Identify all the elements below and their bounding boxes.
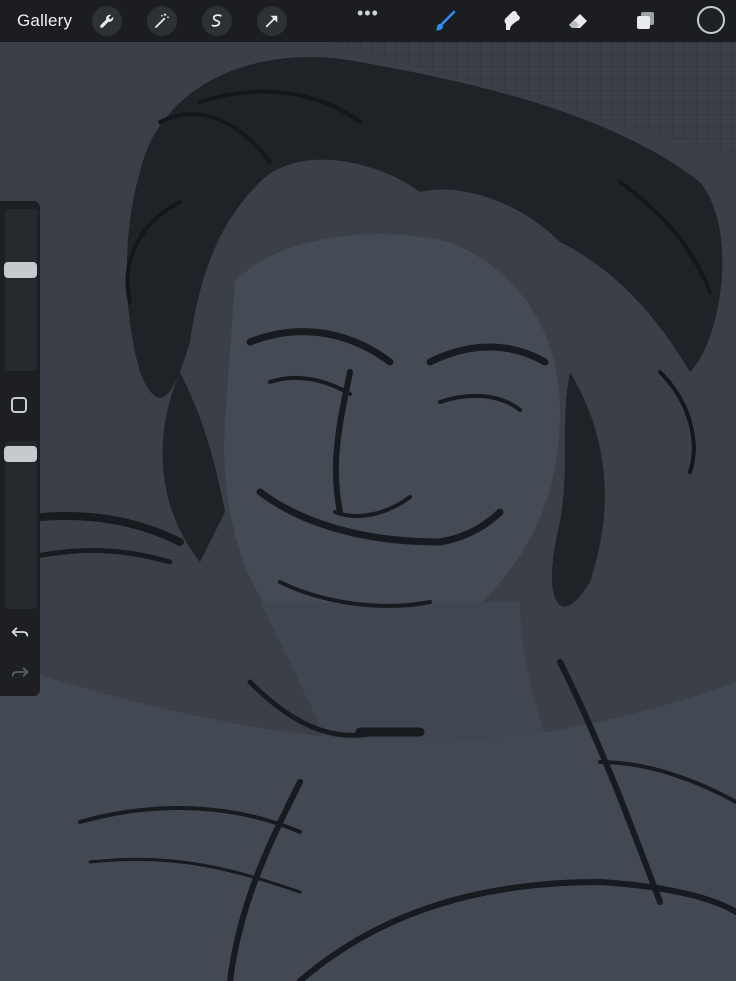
redo-icon[interactable] (9, 661, 31, 683)
top-toolbar: Gallery ••• (0, 0, 736, 42)
opacity-slider[interactable] (5, 441, 37, 609)
smudge-icon[interactable] (496, 6, 526, 36)
brush-size-handle[interactable] (4, 261, 37, 278)
transform-arrow-icon[interactable] (257, 6, 287, 36)
square-icon[interactable] (11, 397, 27, 413)
layers-icon[interactable] (630, 6, 660, 36)
more-options-icon[interactable]: ••• (357, 4, 379, 22)
wrench-icon[interactable] (92, 6, 122, 36)
brush-size-slider[interactable] (5, 209, 37, 371)
brush-icon[interactable] (430, 6, 460, 36)
undo-icon[interactable] (9, 621, 31, 643)
opacity-handle[interactable] (4, 446, 37, 462)
magic-wand-icon[interactable] (147, 6, 177, 36)
selection-icon[interactable] (202, 6, 232, 36)
side-toolbar (0, 201, 40, 696)
eraser-icon[interactable] (563, 6, 593, 36)
gallery-button[interactable]: Gallery (17, 11, 72, 31)
artwork (0, 42, 736, 981)
color-picker-button[interactable] (697, 6, 725, 34)
drawing-canvas[interactable] (0, 42, 736, 981)
